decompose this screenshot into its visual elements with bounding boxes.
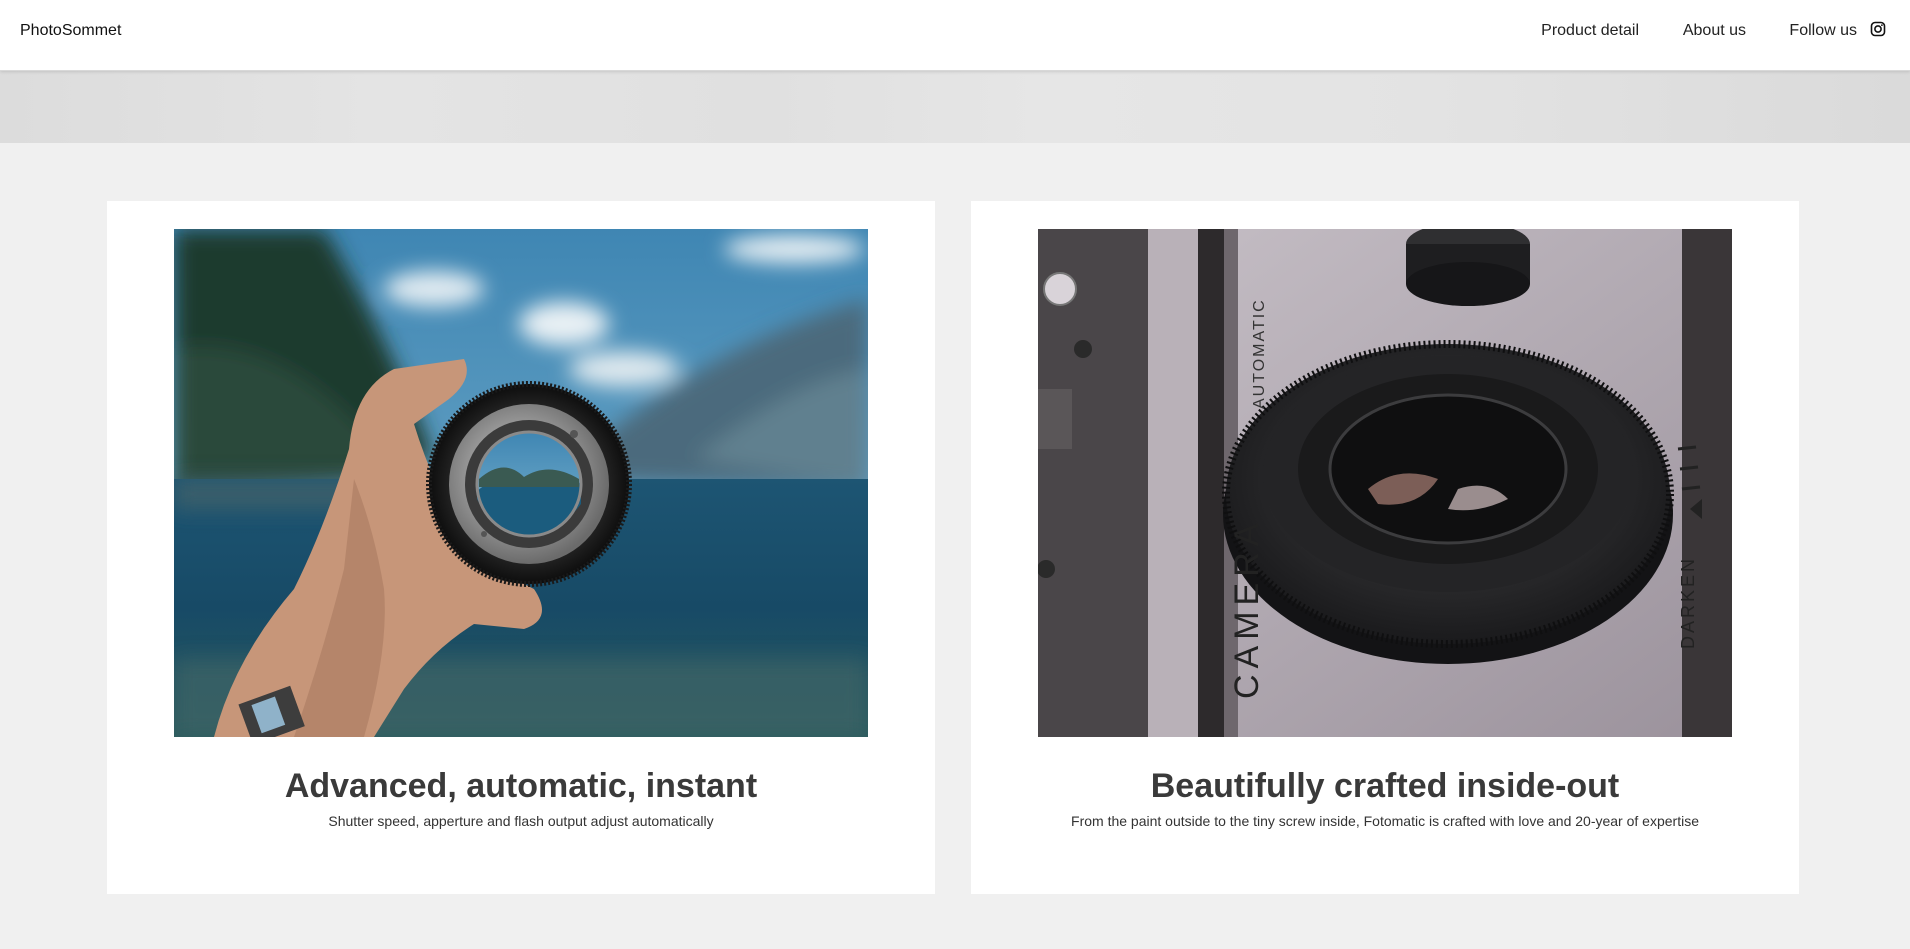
nav-product-detail[interactable]: Product detail: [1541, 22, 1639, 40]
feature-image-camera: CAMERA DARKEN AUTOMATIC: [1038, 229, 1732, 737]
camera-top-label: AUTOMATIC: [1251, 298, 1268, 409]
feature-card-crafted: CAMERA DARKEN AUTOMATIC Beautifully craf…: [971, 201, 1799, 894]
feature-title: Beautifully crafted inside-out: [1150, 767, 1620, 805]
feature-description: Shutter speed, apperture and flash outpu…: [328, 813, 714, 829]
nav-about-us[interactable]: About us: [1683, 22, 1746, 40]
instagram-icon[interactable]: [1870, 21, 1886, 37]
nav-follow-us[interactable]: Follow us: [1789, 22, 1857, 40]
brand-logo[interactable]: PhotoSommet: [20, 22, 121, 40]
feature-card-automatic: Advanced, automatic, instant Shutter spe…: [107, 201, 935, 894]
top-navbar: PhotoSommet Product detail About us Foll…: [0, 0, 1910, 71]
feature-title: Advanced, automatic, instant: [284, 767, 758, 805]
camera-dial-label: DARKEN: [1678, 556, 1698, 649]
feature-image-lens: [174, 229, 868, 737]
camera-brand-label: CAMERA: [1228, 518, 1266, 699]
hero-banner: [0, 71, 1910, 143]
feature-description: From the paint outside to the tiny screw…: [1071, 813, 1699, 829]
